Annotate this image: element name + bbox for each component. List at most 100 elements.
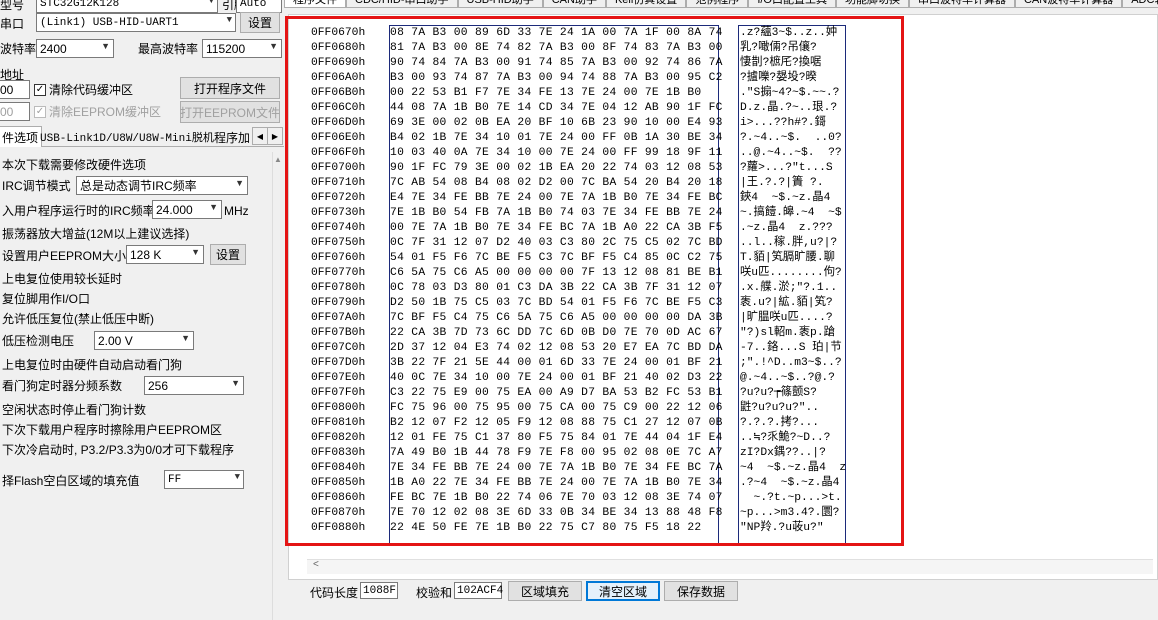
hex-row[interactable]: 12 01 FE 75 C1 37 80 F5 75 84 01 7E 44 0… <box>390 431 722 446</box>
ascii-row[interactable]: ."S搧~4?~$.~~.? <box>739 86 845 101</box>
hex-row[interactable]: 7C AB 54 08 B4 08 02 D2 00 7C BA 54 20 B… <box>390 176 722 191</box>
osc-gain-option[interactable]: 振荡器放大增益(12M以上建议选择) <box>2 223 189 243</box>
ascii-row[interactable]: .~z.晶4 z.??? <box>739 221 845 236</box>
ascii-row[interactable]: 袠.u?|絋.貊|笂? <box>739 296 845 311</box>
ascii-row[interactable]: ..≒?乑鮠?~D..? <box>739 431 845 446</box>
tab-5[interactable]: 范例程序 <box>686 0 749 8</box>
wdt-auto-option[interactable]: 上电复位时由硬件自动启动看门狗 <box>2 354 182 374</box>
ascii-row[interactable]: 咲u匹........佝? <box>739 266 845 281</box>
hex-row[interactable]: 7E 70 12 02 08 3E 6D 33 0B 34 BE 34 13 8… <box>390 506 722 521</box>
ascii-row[interactable]: D.z.晶.?~..珢.? <box>739 101 845 116</box>
hex-row[interactable]: 54 01 F5 F6 7C BE F5 C3 7C BF F5 C4 85 0… <box>390 251 722 266</box>
tab-0[interactable]: 程序文件 <box>284 0 346 8</box>
irc-mode-select[interactable]: 总是动态调节IRC频率 ▼ <box>76 176 248 195</box>
clear-region-button[interactable]: 清空区域 <box>586 581 660 601</box>
hex-row[interactable]: 7E 34 FE BB 7E 24 00 7E 7A 1B B0 7E 34 F… <box>390 461 722 476</box>
hex-row[interactable]: 00 7E 7A 1B B0 7E 34 FE BC 7A 1B A0 22 C… <box>390 221 722 236</box>
hex-row[interactable]: B2 12 07 F2 12 05 F9 12 08 88 75 C1 27 1… <box>390 416 722 431</box>
ascii-row[interactable]: ~.搞饐.皞.~4 ~$ <box>739 206 845 221</box>
hex-row[interactable]: 0C 7F 31 12 07 D2 40 03 C3 80 2C 75 C5 0… <box>390 236 722 251</box>
long-reset-option[interactable]: 上电复位使用较长延时 <box>2 268 122 288</box>
ascii-row[interactable]: "?)sl軺m.袠p.蹌 <box>739 326 845 341</box>
hex-row[interactable]: FE BC 7E 1B B0 22 74 06 7E 70 03 12 08 3… <box>390 491 722 506</box>
ascii-row[interactable]: ?摣嚛?嫢坄?暌 <box>739 71 845 86</box>
eeprom-addr-input[interactable]: 00 <box>0 102 30 121</box>
ascii-row[interactable]: zI?Dx鍝??..|? <box>739 446 845 461</box>
hex-row[interactable]: 69 3E 00 02 0B EA 20 BF 10 6B 23 90 10 0… <box>390 116 722 131</box>
sub-tab-program-encrypt[interactable]: 程序加 <box>212 128 252 146</box>
wdt-prescale-select[interactable]: 256 ▼ <box>144 376 244 395</box>
hex-row[interactable]: C3 22 75 E9 00 75 EA 00 A9 D7 BA 53 B2 F… <box>390 386 722 401</box>
sub-tab-offline[interactable]: USB-Link1D/U8W/U8W-Mini脱机 <box>36 128 218 146</box>
min-baud-select[interactable]: 2400 ▼ <box>36 39 114 58</box>
options-scrollbar[interactable]: ▲ <box>272 152 284 620</box>
cold-boot-option[interactable]: 下次冷启动时, P3.2/P3.3为0/0才可下载程序 <box>2 439 234 459</box>
open-eeprom-file-button[interactable]: 打开EEPROM文件 <box>180 101 280 123</box>
save-data-button[interactable]: 保存数据 <box>664 581 738 601</box>
hex-row[interactable]: 08 7A B3 00 89 6D 33 7E 24 1A 00 7A 1F 0… <box>390 26 722 41</box>
ascii-row[interactable]: .?~4 ~$.~z.晶4 <box>739 476 845 491</box>
tab-9[interactable]: CAN波特率计算器 <box>1014 0 1123 8</box>
ascii-column[interactable]: .z?蘊3~$..z..妕 乳?噉倆?吊儴? 悽剒?樜厇?換啹 ?摣嚛?嫢坄?暌 ."S… <box>738 25 846 546</box>
ascii-row[interactable]: ?.~4..~$. ..0? <box>739 131 845 146</box>
ascii-row[interactable]: ?蘿>...?"t...S <box>739 161 845 176</box>
hex-horizontal-scrollbar[interactable]: < <box>307 559 1153 574</box>
ascii-row[interactable]: ;".!^D..m3~$..? <box>739 356 845 371</box>
ascii-row[interactable]: 悽剒?樜厇?換啹 <box>739 56 845 71</box>
hex-row[interactable]: B3 00 93 74 87 7A B3 00 94 74 88 7A B3 0… <box>390 71 722 86</box>
tab-4[interactable]: Keil仿真设置 <box>605 0 687 8</box>
ascii-row[interactable]: |旷腽咲u匹....? <box>739 311 845 326</box>
flash-fill-select[interactable]: FF ▼ <box>164 470 244 489</box>
max-baud-select[interactable]: 115200 ▼ <box>202 39 282 58</box>
ascii-row[interactable]: ~4 ~$.~z.晶4 z <box>739 461 846 476</box>
hex-row[interactable]: 10 03 40 0A 7E 34 10 00 7E 24 00 FF 99 1… <box>390 146 722 161</box>
ascii-row[interactable]: -7..鉻...S 珀|节 <box>739 341 845 356</box>
ascii-row[interactable]: ..l..稼.胖,u?|? <box>739 236 845 251</box>
hex-row[interactable]: 7E 1B B0 54 FB 7A 1B B0 74 03 7E 34 FE B… <box>390 206 722 221</box>
ascii-row[interactable]: ?u?u?┮篠颤S? <box>739 386 845 401</box>
lvd-reset-option[interactable]: 允许低压复位(禁止低压中断) <box>2 308 154 328</box>
hex-row[interactable]: 3B 22 7F 21 5E 44 00 01 6D 33 7E 24 00 0… <box>390 356 722 371</box>
fill-region-button[interactable]: 区域填充 <box>508 581 582 601</box>
scroll-left-icon[interactable]: < <box>313 559 319 570</box>
ascii-row[interactable]: ~.?t.~p...>t. <box>739 491 845 506</box>
hex-editor[interactable]: 0FF0670h 0FF0680h 0FF0690h 0FF06A0h 0FF06B0h… <box>288 14 1158 580</box>
code-addr-input[interactable]: 00 <box>0 80 30 99</box>
hex-row[interactable]: 1B A0 22 7E 34 FE BB 7E 24 00 7E 7A 1B B… <box>390 476 722 491</box>
port-settings-button[interactable]: 设置 <box>240 12 280 33</box>
irc-freq-select[interactable]: 24.000 ▼ <box>152 200 222 219</box>
wdt-idle-stop-option[interactable]: 空闲状态时停止看门狗计数 <box>2 399 146 419</box>
tab-3[interactable]: CAN助手 <box>542 0 606 8</box>
ascii-row[interactable]: |王.?.?|簀 ?. <box>739 176 845 191</box>
open-program-file-button[interactable]: 打开程序文件 <box>180 77 280 99</box>
erase-eeprom-next-option[interactable]: 下次下载用户程序时擦除用户EEPROM区 <box>2 419 222 439</box>
hex-row[interactable]: 40 0C 7E 34 10 00 7E 24 00 01 BF 21 40 0… <box>390 371 722 386</box>
ascii-row[interactable]: ?.?.?.拷?... <box>739 416 845 431</box>
eeprom-size-select[interactable]: 128 K ▼ <box>126 245 204 264</box>
hex-row[interactable]: FC 75 96 00 75 95 00 75 CA 00 75 C9 00 2… <box>390 401 722 416</box>
ascii-row[interactable]: 鼪?u?u?u?".. <box>739 401 845 416</box>
ascii-row[interactable]: .z?蘊3~$..z..妕 <box>739 26 845 41</box>
hex-row[interactable]: B4 02 1B 7E 34 10 01 7E 24 00 FF 0B 1A 3… <box>390 131 722 146</box>
ascii-row[interactable]: ~p...>m3.4?.圜? <box>739 506 845 521</box>
tab-10[interactable]: ADC转换 <box>1122 0 1158 8</box>
hex-row[interactable]: 00 22 53 B1 F7 7E 34 FE 13 7E 24 00 7E 1… <box>390 86 718 101</box>
tab-scroll-right-icon[interactable]: ▶ <box>267 127 283 145</box>
hex-bytes-column[interactable]: 08 7A B3 00 89 6D 33 7E 24 1A 00 7A 1F 0… <box>389 25 722 546</box>
tab-1[interactable]: CDC/HID-串口助手 <box>346 0 458 8</box>
hex-row[interactable]: 22 CA 3B 7D 73 6C DD 7C 6D 0B D0 7E 70 0… <box>390 326 722 341</box>
tab-7[interactable]: 功能脚切换 <box>835 0 909 8</box>
hex-row[interactable]: D2 50 1B 75 C5 03 7C BD 54 01 F5 F6 7C B… <box>390 296 722 311</box>
scroll-up-icon[interactable]: ▲ <box>274 155 282 164</box>
ascii-row[interactable]: 鋏4 ~$.~z.晶4 <box>739 191 845 206</box>
tab-6[interactable]: I/O口配置工具 <box>748 0 836 8</box>
chip-select[interactable]: STC32G12K128 ▼ <box>36 0 218 13</box>
ascii-row[interactable]: T.貊|笂膈旷腰.聊 <box>739 251 845 266</box>
tab-2[interactable]: USB-HID助手 <box>457 0 543 8</box>
reset-pin-io-option[interactable]: 复位脚用作I/O口 <box>2 288 90 308</box>
hex-row[interactable]: 90 1F FC 79 3E 00 02 1B EA 20 22 74 03 1… <box>390 161 722 176</box>
clear-code-buffer-checkbox[interactable]: ✓ 清除代码缓冲区 <box>34 81 133 98</box>
ascii-row[interactable]: 乳?噉倆?吊儴? <box>739 41 845 56</box>
hex-row[interactable]: C6 5A 75 C6 A5 00 00 00 00 7F 13 12 08 8… <box>390 266 722 281</box>
hex-row[interactable]: 7C BF F5 C4 75 C6 5A 75 C6 A5 00 00 00 0… <box>390 311 722 326</box>
